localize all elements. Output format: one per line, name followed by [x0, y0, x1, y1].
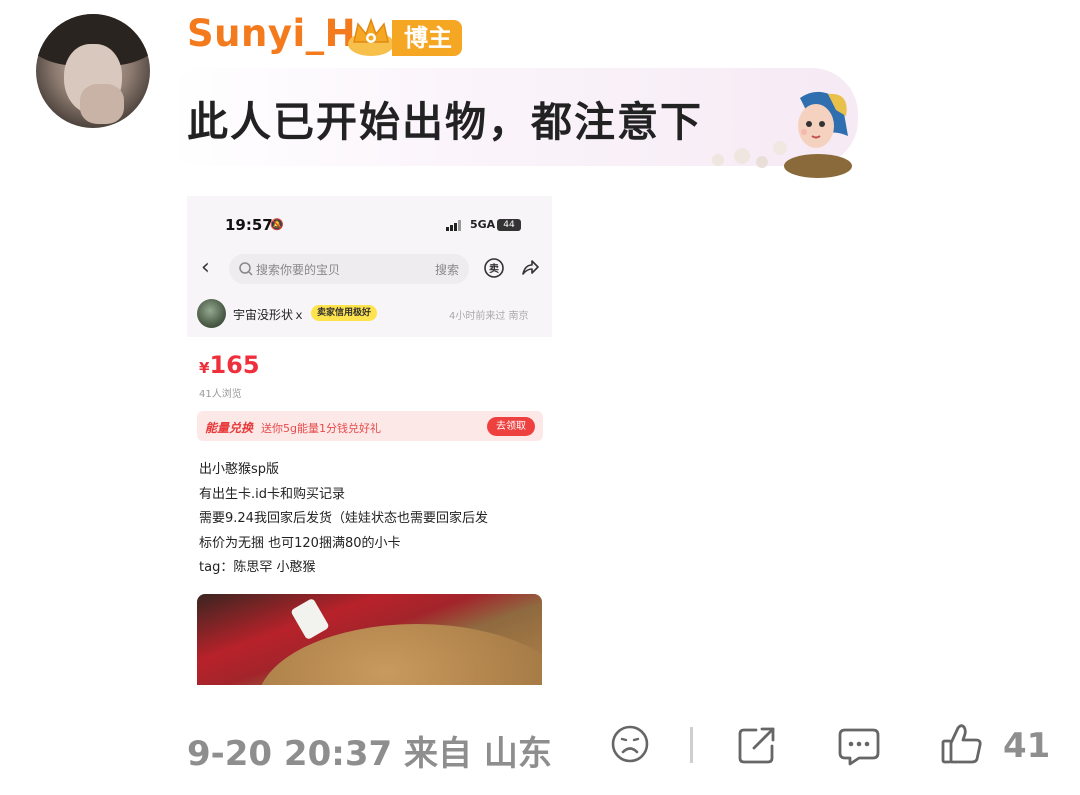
- comment-text: 此人已开始出物，都注意下: [187, 98, 703, 146]
- promo-banner[interactable]: 能量兑换 送你5g能量1分钱兑好礼 去领取: [197, 411, 543, 441]
- description-line: 标价为无捆 也可120捆满80的小卡: [199, 535, 401, 551]
- avatar[interactable]: [36, 14, 150, 128]
- like-count: 41: [1003, 726, 1051, 766]
- sell-icon[interactable]: 卖: [483, 257, 505, 279]
- comment-icon[interactable]: [837, 726, 881, 766]
- like-icon[interactable]: [940, 722, 984, 766]
- avatar-hand: [80, 84, 124, 124]
- comment-page: Sunyi_H 博主 此人已开始出物，都注意下 19:57 🔕 5GA 44 ‹…: [0, 0, 1080, 795]
- back-icon[interactable]: ‹: [201, 256, 210, 280]
- signal-icon: [446, 220, 461, 231]
- search-placeholder: 搜索你要的宝贝: [256, 263, 341, 277]
- status-time: 19:57: [225, 216, 273, 234]
- blogger-badge: 博主: [392, 20, 462, 56]
- promo-claim-button[interactable]: 去领取: [487, 417, 535, 436]
- seller-name[interactable]: 宇宙没形状ｘ: [233, 306, 305, 323]
- product-description: 出小憨猴sp版 有出生卡.id卡和购买记录 需要9.24我回家后发货（娃娃状态也…: [199, 458, 488, 581]
- description-line: 有出生卡.id卡和购买记录: [199, 486, 345, 502]
- view-count: 41人浏览: [199, 389, 242, 400]
- promo-text: 送你5g能量1分钱兑好礼: [261, 422, 381, 435]
- embedded-screenshot[interactable]: 19:57 🔕 5GA 44 ‹ 搜索你要的宝贝 搜索 卖 宇宙没形状ｘ 卖家信…: [187, 196, 552, 685]
- seller-avatar[interactable]: [197, 299, 226, 328]
- share-icon[interactable]: [520, 258, 540, 278]
- price-value: 165: [209, 351, 260, 379]
- username[interactable]: Sunyi_H: [187, 12, 356, 55]
- seller-last-seen: 4小时前来过 南京: [449, 311, 529, 322]
- post-timestamp: 9-20 20:37 来自 山东: [187, 734, 552, 774]
- seller-credit-badge: 卖家信用极好: [311, 305, 378, 321]
- search-icon: [239, 262, 253, 276]
- mute-icon: 🔕: [270, 218, 284, 231]
- battery-level: 44: [497, 219, 521, 231]
- share-icon[interactable]: [736, 724, 778, 766]
- product-photo[interactable]: [197, 594, 542, 685]
- promo-title: 能量兑换: [205, 421, 254, 435]
- price-symbol: ¥: [199, 359, 210, 377]
- crown-icon: [348, 17, 394, 56]
- plush-tag: [290, 597, 330, 641]
- svg-text:卖: 卖: [489, 262, 499, 275]
- description-line: 需要9.24我回家后发货（娃娃状态也需要回家后发: [199, 511, 488, 526]
- dislike-icon[interactable]: [610, 724, 650, 764]
- price: ¥165: [199, 351, 260, 379]
- description-line: tag：陈思罕 小憨猴: [199, 560, 316, 575]
- sticker-girl-icon: [712, 91, 852, 178]
- plush-fur: [257, 624, 542, 685]
- network-label: 5GA: [470, 218, 496, 231]
- search-bar[interactable]: 搜索你要的宝贝 搜索: [229, 254, 469, 284]
- description-line: 出小憨猴sp版: [199, 462, 280, 477]
- search-button[interactable]: 搜索: [435, 261, 459, 278]
- footer-divider: [690, 727, 693, 763]
